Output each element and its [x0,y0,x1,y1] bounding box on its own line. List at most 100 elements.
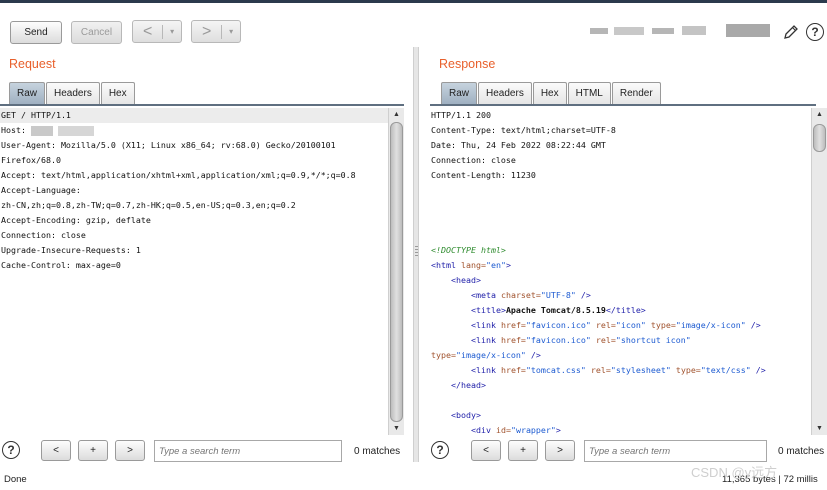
request-line: Firefox/68.0 [1,155,61,165]
doctype: <!DOCTYPE html> [431,245,506,255]
request-line: Accept: text/html,application/xhtml+xml,… [1,170,356,180]
dropdown-arrow-icon[interactable]: ▾ [222,27,240,36]
request-line: GET / HTTP/1.1 [0,108,388,123]
send-button[interactable]: Send [10,21,62,44]
response-tab-underline [430,104,816,106]
response-tab-render[interactable]: Render [611,82,661,104]
scroll-up-icon[interactable]: ▲ [812,108,827,121]
value: "UTF-8" [540,290,576,300]
response-search-next-button[interactable]: > [545,440,575,461]
attr: href= [500,365,526,375]
request-editor[interactable]: GET / HTTP/1.1 Host: User-Agent: Mozilla… [0,108,388,435]
request-tab-raw[interactable]: Raw [9,82,46,104]
response-line: <link href="favicon.ico" rel="shortcut i… [430,333,814,348]
attr: lang= [460,260,486,270]
scroll-thumb[interactable] [390,122,403,422]
request-tab-hex[interactable]: Hex [100,82,135,104]
response-line: </head> [430,378,814,393]
edit-pencil-icon[interactable] [782,23,800,41]
attr: rel= [590,365,611,375]
response-search-add-button[interactable]: + [508,440,538,461]
back-history-button[interactable]: < ▾ [132,20,182,43]
scroll-up-icon[interactable]: ▲ [389,108,404,121]
response-tabs: Raw Headers Hex HTML Render [441,82,662,104]
splitter-grip-icon[interactable] [415,246,418,258]
response-line: <head> [430,273,814,288]
value: "image/x-icon" [675,320,746,330]
request-help-icon[interactable]: ? [2,441,20,459]
response-line-blank [430,213,814,228]
tag: <title> [470,305,506,315]
request-title: Request [9,57,56,71]
attr: rel= [595,320,616,330]
help-icon[interactable]: ? [806,23,824,41]
tag: /> [575,290,591,300]
title-text: Apache Tomcat/8.5.19 [505,305,606,315]
request-line: User-Agent: Mozilla/5.0 (X11; Linux x86_… [1,140,336,150]
attr: rel= [595,335,616,345]
request-search-add-button[interactable]: + [78,440,108,461]
response-line: Connection: close [431,155,516,165]
response-help-icon[interactable]: ? [431,441,449,459]
dropdown-arrow-icon[interactable]: ▾ [163,27,181,36]
tag: <meta [470,290,496,300]
request-search-prev-button[interactable]: < [41,440,71,461]
request-tab-headers[interactable]: Headers [46,82,100,104]
forward-history-button[interactable]: > ▾ [191,20,241,43]
request-line: Cache-Control: max-age=0 [1,260,121,270]
response-editor[interactable]: HTTP/1.1 200 Content-Type: text/html;cha… [430,108,814,435]
toolbar: Send Cancel < ▾ > ▾ ? [0,3,827,47]
host-label: Host: [1,125,31,135]
response-title: Response [439,57,496,71]
response-tab-headers[interactable]: Headers [478,82,532,104]
value: "tomcat.css" [525,365,586,375]
tag: <link [470,320,496,330]
tag: <link [470,335,496,345]
value: "en" [485,260,506,270]
tag: /> [750,365,766,375]
request-line: Upgrade-Insecure-Requests: 1 [1,245,141,255]
response-tab-html[interactable]: HTML [567,82,611,104]
response-scrollbar[interactable]: ▲ ▼ [811,108,827,435]
response-search-prev-button[interactable]: < [471,440,501,461]
value: "favicon.ico" [525,335,591,345]
value: "text/css" [700,365,751,375]
scroll-down-icon[interactable]: ▼ [812,422,827,435]
response-line: <meta charset="UTF-8" /> [430,288,814,303]
cancel-button[interactable]: Cancel [71,21,122,44]
tag: <html [431,260,456,270]
request-tabs: Raw Headers Hex [9,82,136,104]
redacted-host [57,125,94,136]
attr: href= [500,320,526,330]
response-line: <link href="tomcat.css" rel="stylesheet"… [430,363,814,378]
response-line: <div id="wrapper"> [430,423,814,435]
request-search-next-button[interactable]: > [115,440,145,461]
response-line: type="image/x-icon" /> [430,348,814,363]
tag: <link [470,365,496,375]
back-arrow-icon: < [143,23,153,40]
tag: <head> [450,275,481,285]
status-text: Done [4,474,27,485]
request-line: Accept-Encoding: gzip, deflate [1,215,151,225]
request-search-input[interactable] [154,440,342,462]
tag: <body> [450,410,481,420]
attr: type= [675,365,701,375]
response-tab-hex[interactable]: Hex [532,82,567,104]
value: "favicon.ico" [525,320,591,330]
attr: type= [650,320,676,330]
response-line-blank [430,228,814,243]
response-search-input[interactable] [584,440,767,462]
response-tab-raw[interactable]: Raw [441,82,478,104]
scroll-down-icon[interactable]: ▼ [389,422,404,435]
value: "wrapper" [510,425,556,435]
request-scrollbar[interactable]: ▲ ▼ [388,108,404,435]
tag: /> [745,320,761,330]
forward-arrow-icon: > [202,23,212,40]
response-line: Date: Thu, 24 Feb 2022 08:22:44 GMT [431,140,606,150]
response-line-blank [430,183,814,198]
redacted-host [30,125,53,136]
value: "icon" [615,320,646,330]
tag: </head> [450,380,486,390]
scroll-thumb[interactable] [813,124,826,152]
attr: href= [500,335,526,345]
